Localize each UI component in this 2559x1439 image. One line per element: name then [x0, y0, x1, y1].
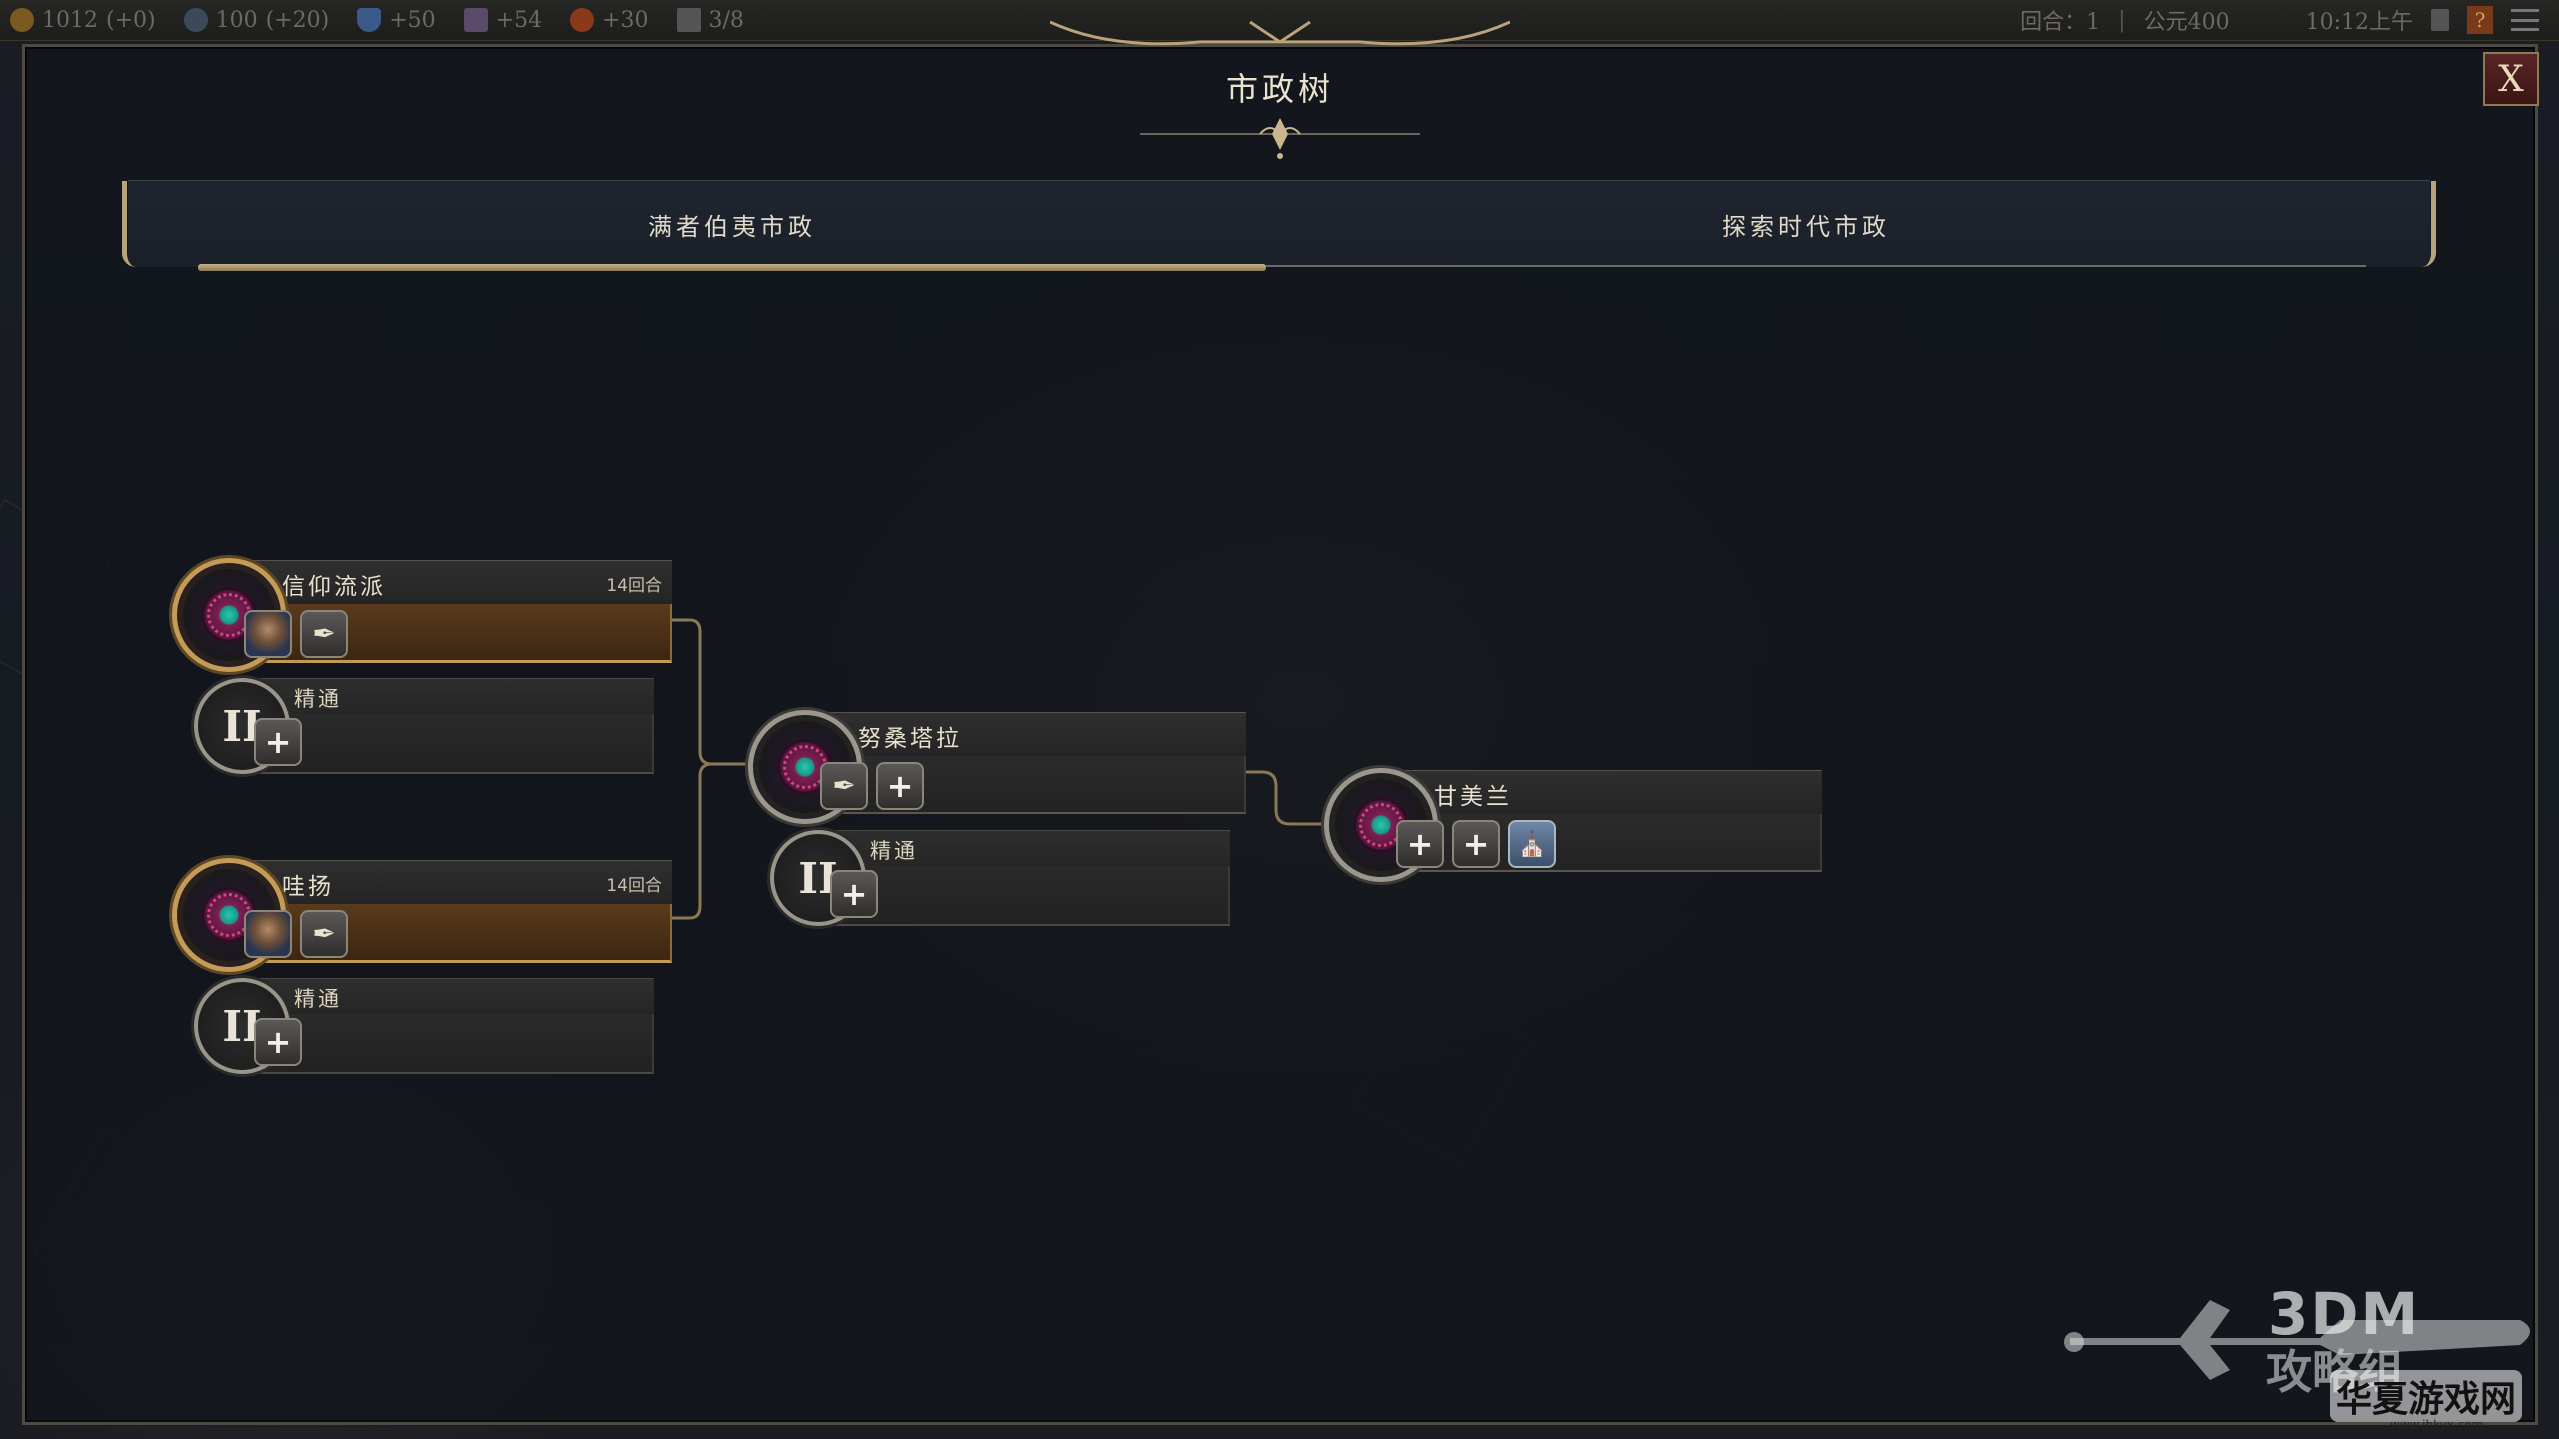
culture-resource: +54 [463, 7, 543, 33]
science-icon [357, 8, 382, 32]
civic-name: 甘美兰 [1434, 784, 1512, 810]
gold-value: 1012 [42, 7, 98, 33]
turn-info: 回合：1 | 公元400 10:12上午 ? [2020, 0, 2539, 40]
unlock-slots: ✒ [244, 910, 348, 958]
gold-delta: (+0) [106, 7, 156, 33]
tab-majapahit-civics[interactable]: 满者伯夷市政 [198, 181, 1266, 267]
plus-icon[interactable]: + [1452, 820, 1500, 868]
settlement-value: 3/8 [708, 7, 744, 33]
globe-icon [183, 8, 208, 32]
civic-node-belief[interactable]: 信仰流派 14回合 ✒ [172, 558, 672, 672]
unlock-slots: ✒ [244, 610, 348, 658]
settlement-resource: 3/8 [676, 7, 744, 33]
civic-name: 努桑塔拉 [858, 726, 962, 752]
active-tab-indicator [198, 264, 1266, 271]
culture-value: +54 [495, 7, 543, 33]
faith-icon [570, 8, 595, 32]
unlock-slots: + + ⛪ [1396, 820, 1556, 868]
mastery-name: 精通 [870, 839, 918, 863]
tab-exploration-age-civics[interactable]: 探索时代市政 [1266, 181, 2346, 267]
science-value: +50 [389, 7, 436, 33]
tab-frame-right [2413, 181, 2436, 267]
unlock-slots: + [830, 870, 878, 918]
tribe-icon[interactable] [2431, 9, 2449, 31]
music-icon [463, 8, 488, 32]
plus-icon[interactable]: + [254, 718, 302, 766]
unlock-slots: + [254, 1018, 302, 1066]
mastery-node-belief[interactable]: 精通 II + [194, 678, 654, 774]
civic-node-wayang[interactable]: 哇扬 14回合 ✒ [172, 858, 672, 972]
top-ornament [1050, 20, 1510, 46]
separator: | [2118, 7, 2126, 33]
civic-name: 信仰流派 [282, 574, 386, 600]
mastery-header: 精通 [244, 978, 654, 1015]
tab-frame-left [122, 181, 145, 267]
watermark-url: www.jhkyx.com [2390, 1418, 2484, 1432]
mastery-node-nusantara[interactable]: 精通 II + [770, 830, 1230, 926]
city-icon [676, 8, 701, 32]
close-button[interactable]: X [2483, 52, 2539, 106]
quill-icon[interactable]: ✒ [300, 910, 348, 958]
turn-counter: 回合：1 [2020, 10, 2101, 35]
unlock-slots: ✒ + [820, 762, 924, 810]
mastery-unlocks [244, 714, 654, 774]
gold-icon [10, 8, 34, 32]
panel-title: 市政树 [1225, 70, 1334, 108]
civic-turns: 14回合 [606, 576, 662, 596]
civic-name: 哇扬 [282, 874, 334, 900]
leader-portrait-icon[interactable] [244, 910, 292, 958]
civic-header: 信仰流派 14回合 [232, 560, 672, 608]
plus-icon[interactable]: + [830, 870, 878, 918]
era-tabs: 满者伯夷市政 探索时代市政 [122, 180, 2436, 271]
gold-resource: 1012 (+0) [10, 8, 156, 33]
plus-icon[interactable]: + [1396, 820, 1444, 868]
science-resource: +50 [357, 7, 436, 33]
happiness-value: +30 [602, 7, 649, 33]
happiness-resource: +30 [570, 7, 649, 33]
year-label: 公元400 [2143, 10, 2230, 35]
mastery-header: 精通 [820, 830, 1230, 867]
tab-divider [1266, 265, 2366, 267]
influence-value: 100 [215, 7, 258, 33]
wonder-building-icon[interactable]: ⛪ [1508, 820, 1556, 868]
civic-node-nusantara[interactable]: 努桑塔拉 ✒ + [748, 710, 1246, 824]
quill-icon[interactable]: ✒ [820, 762, 868, 810]
civic-header: 哇扬 14回合 [232, 860, 672, 908]
leader-portrait-icon[interactable] [244, 610, 292, 658]
help-icon[interactable]: ? [2467, 6, 2493, 34]
influence-delta: (+20) [265, 7, 330, 33]
civic-header: 努桑塔拉 [808, 712, 1246, 760]
quill-icon[interactable]: ✒ [300, 610, 348, 658]
plus-icon[interactable]: + [876, 762, 924, 810]
mastery-unlocks [244, 1014, 654, 1074]
civic-node-gamelan[interactable]: 甘美兰 + + ⛪ [1324, 768, 1822, 882]
civic-turns: 14回合 [606, 876, 662, 896]
clock-label: 10:12上午 [2305, 10, 2413, 35]
influence-resource: 100 (+20) [183, 7, 330, 33]
civic-header: 甘美兰 [1384, 770, 1822, 818]
plus-icon[interactable]: + [254, 1018, 302, 1066]
watermark-site: 华夏游戏网 [2330, 1370, 2523, 1422]
mastery-header: 精通 [244, 678, 654, 715]
title-ornament [1140, 118, 1420, 159]
mastery-unlocks [820, 866, 1230, 926]
mastery-name: 精通 [294, 987, 342, 1011]
mastery-name: 精通 [294, 687, 342, 711]
menu-icon[interactable] [2511, 9, 2539, 31]
mastery-node-wayang[interactable]: 精通 II + [194, 978, 654, 1074]
unlock-slots: + [254, 718, 302, 766]
